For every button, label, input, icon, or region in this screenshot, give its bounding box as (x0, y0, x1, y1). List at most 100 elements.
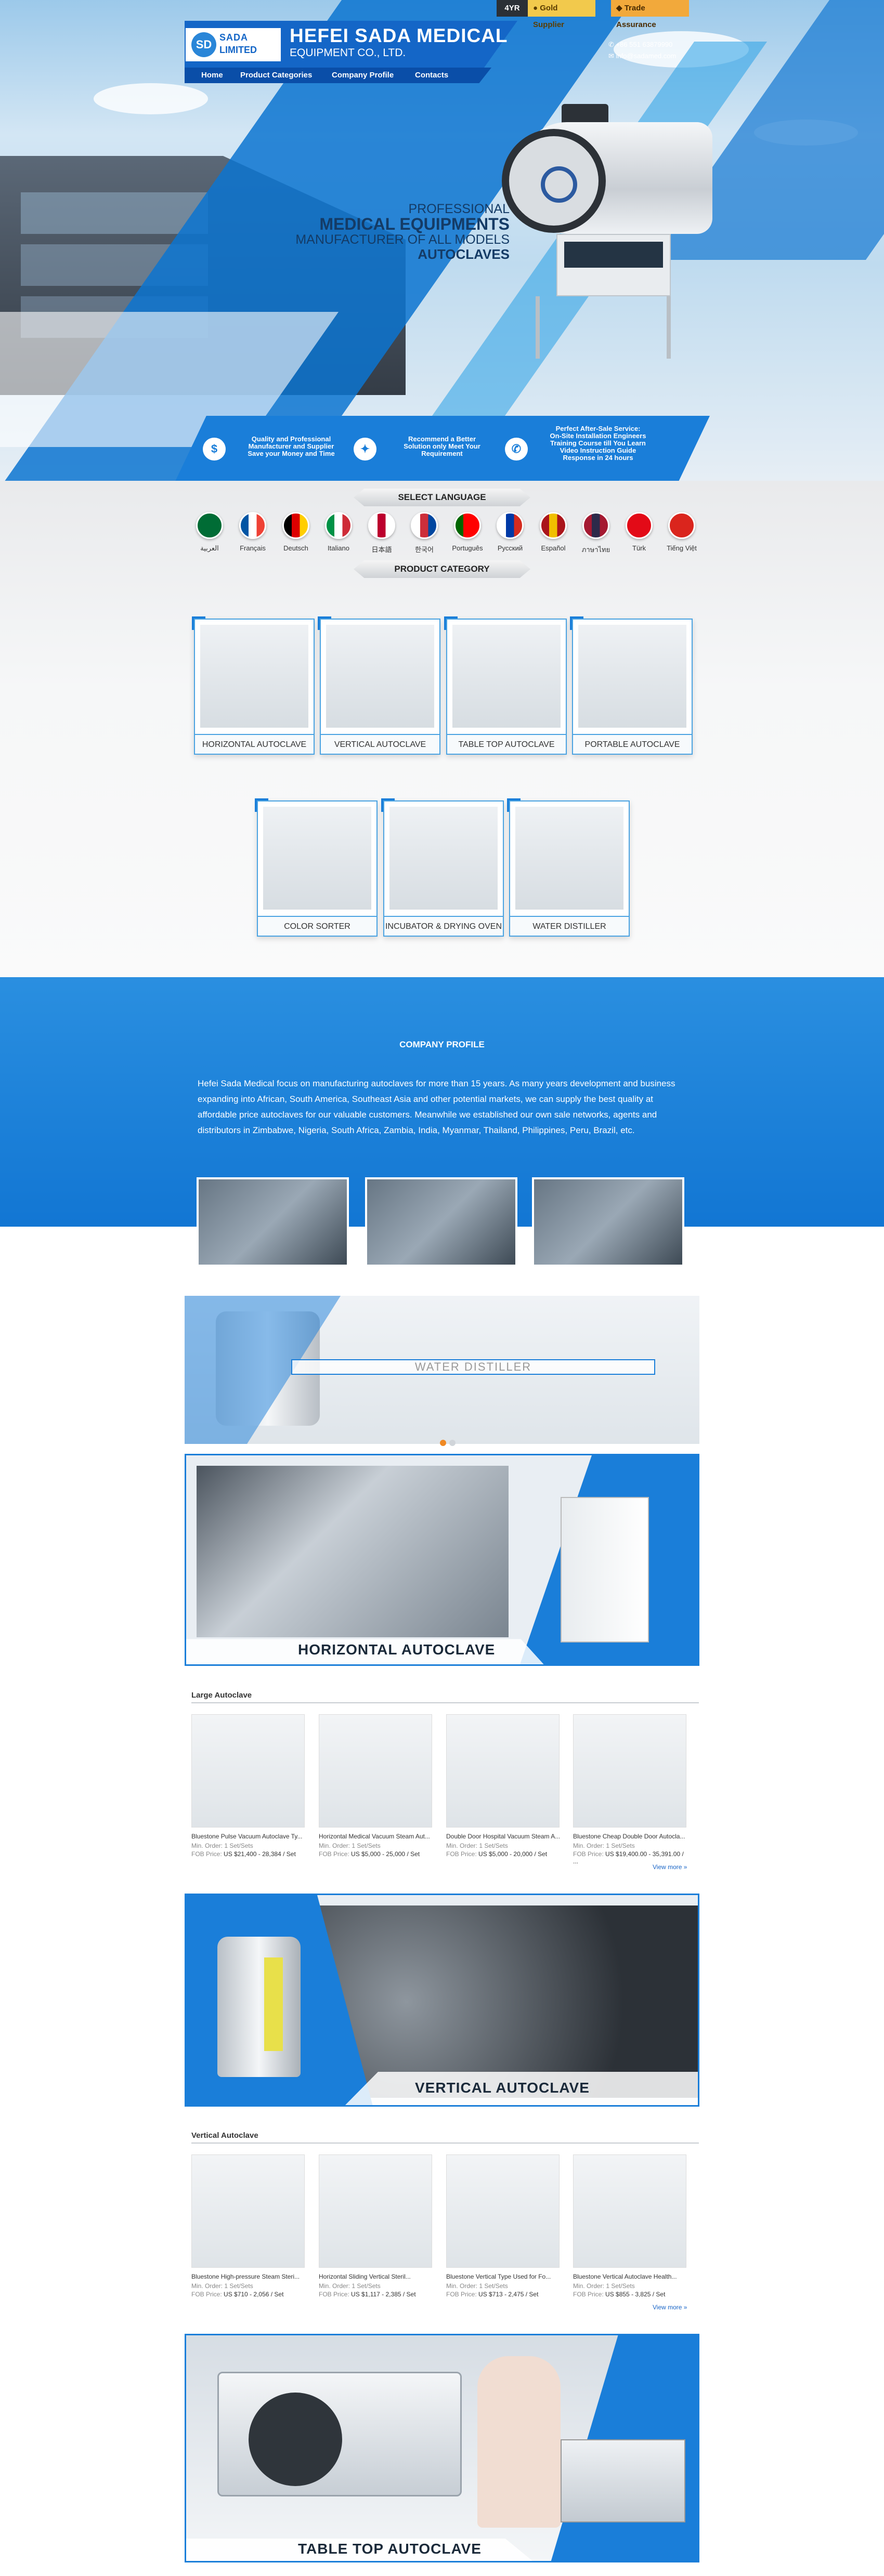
product-image[interactable] (446, 2154, 560, 2268)
gold-supplier-badge[interactable]: ● Gold Supplier (528, 0, 595, 29)
product-image (263, 807, 371, 910)
language-flag-1[interactable] (239, 512, 266, 539)
language-flag-8[interactable] (540, 512, 567, 539)
slogan-line-3: MANUFACTURER OF ALL MODELS (295, 232, 510, 247)
email-row[interactable]: ✉ info@sadamed.com (608, 52, 676, 60)
product-name[interactable]: Horizontal Medical Vacuum Steam Aut... (319, 1833, 432, 1840)
horizontal-autoclave-banner[interactable]: HORIZONTAL AUTOCLAVE (185, 1454, 699, 1666)
company-name-sub: EQUIPMENT CO., LTD. (290, 47, 406, 59)
language-flag-4[interactable] (368, 512, 395, 539)
view-more-link[interactable]: View more » (653, 1863, 687, 1871)
language-label[interactable]: 日本語 (358, 544, 405, 554)
product-item[interactable]: Bluestone Pulse Vacuum Autoclave Ty... Mi… (191, 1714, 305, 1858)
language-label[interactable]: Français (229, 544, 276, 552)
min-order: Min. Order: 1 Set/Sets (319, 2282, 381, 2290)
language-label[interactable]: Español (530, 544, 577, 552)
product-name[interactable]: Bluestone Vertical Autoclave Health... (573, 2273, 686, 2280)
min-order: Min. Order: 1 Set/Sets (191, 2282, 253, 2290)
table-top-autoclave-banner[interactable]: TABLE TOP AUTOCLAVE (185, 2334, 699, 2562)
min-order: Min. Order: 1 Set/Sets (446, 2282, 508, 2290)
language-flag-2[interactable] (282, 512, 309, 539)
language-label[interactable]: Tiếng Việt (658, 544, 705, 552)
product-image[interactable] (191, 2154, 305, 2268)
nav-company-profile[interactable]: Company Profile (332, 68, 394, 83)
trade-assurance-badge[interactable]: ◆ Trade Assurance (611, 0, 689, 29)
product-item[interactable]: Horizontal Sliding Vertical Steril... Min… (319, 2154, 432, 2298)
language-flag-0[interactable] (196, 512, 223, 539)
product-name[interactable]: Horizontal Sliding Vertical Steril... (319, 2273, 432, 2280)
language-flag-11[interactable] (668, 512, 695, 539)
product-image[interactable] (319, 1714, 432, 1828)
product-image (326, 625, 434, 728)
language-flag-5[interactable] (411, 512, 438, 539)
language-label[interactable]: Türk (616, 544, 662, 552)
product-image (452, 625, 561, 728)
company-profile-title: COMPANY PROFILE (399, 1040, 485, 1049)
nav-home[interactable]: Home (201, 68, 223, 83)
product-image[interactable] (446, 1714, 560, 1828)
language-label[interactable]: Русский (487, 544, 534, 552)
product-item[interactable]: Horizontal Medical Vacuum Steam Aut... Mi… (319, 1714, 432, 1858)
product-name[interactable]: Double Door Hospital Vacuum Steam A... (446, 1833, 560, 1840)
email-address[interactable]: info@sadamed.com (616, 52, 677, 60)
service-icon: ✆ (505, 438, 528, 461)
fob-price: US $21,400 - 28,384 / Set (224, 1850, 296, 1858)
fob-price-row: FOB Price: US $5,000 - 20,000 / Set (446, 1850, 560, 1858)
carousel-dot[interactable] (449, 1440, 456, 1446)
category-label: VERTICAL AUTOCLAVE (321, 734, 439, 754)
nav-product-categories[interactable]: Product Categories (240, 68, 312, 83)
language-label[interactable]: Português (444, 544, 491, 552)
product-item[interactable]: Double Door Hospital Vacuum Steam A... Mi… (446, 1714, 560, 1858)
product-image[interactable] (319, 2154, 432, 2268)
category-card-water-distiller[interactable]: WATER DISTILLER (507, 798, 630, 937)
product-item[interactable]: Bluestone High-pressure Steam Steri... Mi… (191, 2154, 305, 2298)
vertical-autoclave-banner[interactable]: VERTICAL AUTOCLAVE (185, 1894, 699, 2107)
product-image (200, 625, 308, 728)
fob-price-row: FOB Price: US $713 - 2,475 / Set (446, 2291, 560, 2298)
category-card-portable-autoclave[interactable]: PORTABLE AUTOCLAVE (570, 616, 693, 755)
money-icon: $ (203, 438, 226, 461)
language-label[interactable]: ภาษาไทย (573, 544, 619, 555)
view-more-link[interactable]: View more » (653, 2304, 687, 2311)
fob-price: US $5,000 - 25,000 / Set (351, 1850, 420, 1858)
language-label[interactable]: 한국어 (401, 544, 448, 554)
category-label: PORTABLE AUTOCLAVE (573, 734, 692, 754)
product-name[interactable]: Bluestone Pulse Vacuum Autoclave Ty... (191, 1833, 305, 1840)
carousel-dot-active[interactable] (440, 1440, 446, 1446)
product-image[interactable] (573, 1714, 686, 1828)
category-card-vertical-autoclave[interactable]: VERTICAL AUTOCLAVE (318, 616, 440, 755)
language-flag-10[interactable] (626, 512, 653, 539)
product-item[interactable]: Bluestone Vertical Autoclave Health... Mi… (573, 2154, 686, 2298)
language-label[interactable]: Deutsch (272, 544, 319, 552)
category-label: WATER DISTILLER (510, 916, 629, 936)
language-label[interactable]: العربية (186, 544, 233, 553)
phone-row: ✆ +86 551 63879990 (608, 41, 672, 49)
language-label[interactable]: Italiano (315, 544, 362, 552)
fob-price-row: FOB Price: US $710 - 2,056 / Set (191, 2291, 305, 2298)
fob-price-row: FOB Price: US $19,400.00 - 35,391.00 / .… (573, 1850, 686, 1865)
product-image[interactable] (573, 2154, 686, 2268)
fob-label: FOB Price: (191, 1850, 222, 1858)
category-card-incubator-drying-oven[interactable]: INCUBATOR & DRYING OVEN (381, 798, 504, 937)
company-name: HEFEI SADA MEDICAL (290, 25, 508, 46)
language-flag-9[interactable] (582, 512, 609, 539)
product-image (515, 807, 623, 910)
nav-contacts[interactable]: Contacts (415, 68, 448, 83)
product-item[interactable]: Bluestone Cheap Double Door Autocla... Mi… (573, 1714, 686, 1865)
category-card-horizontal-autoclave[interactable]: HORIZONTAL AUTOCLAVE (192, 616, 315, 755)
fob-price: US $5,000 - 20,000 / Set (478, 1850, 548, 1858)
category-card-color-sorter[interactable]: COLOR SORTER (255, 798, 378, 937)
language-flag-7[interactable] (497, 512, 524, 539)
vertical-autoclave-title: VERTICAL AUTOCLAVE (415, 2080, 590, 2096)
product-name[interactable]: Bluestone Cheap Double Door Autocla... (573, 1833, 686, 1840)
years-badge: 4YR (497, 0, 528, 17)
language-flag-6[interactable] (454, 512, 481, 539)
min-order: Min. Order: 1 Set/Sets (573, 2282, 635, 2290)
product-image (389, 807, 498, 910)
product-image[interactable] (191, 1714, 305, 1828)
language-flag-3[interactable] (325, 512, 352, 539)
category-card-table-top-autoclave[interactable]: TABLE TOP AUTOCLAVE (444, 616, 567, 755)
product-name[interactable]: Bluestone Vertical Type Used for Fo... (446, 2273, 560, 2280)
product-item[interactable]: Bluestone Vertical Type Used for Fo... Mi… (446, 2154, 560, 2298)
product-name[interactable]: Bluestone High-pressure Steam Steri... (191, 2273, 305, 2280)
